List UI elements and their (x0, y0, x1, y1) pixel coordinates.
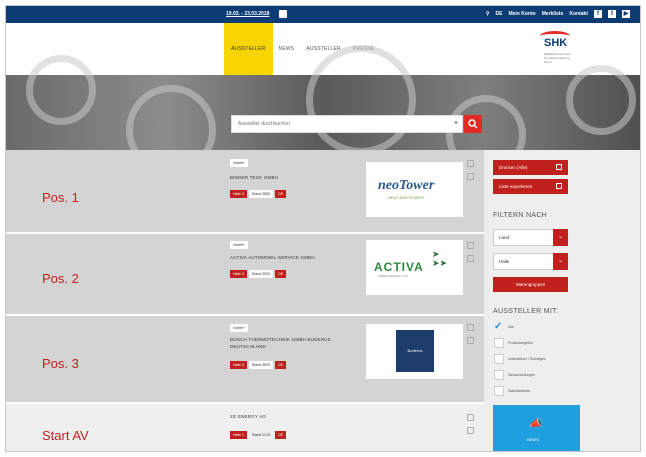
vorteil-badge: Vorteil+ (230, 159, 248, 167)
company-name[interactable]: ACTIVA AUTOMOBIL-SERVICE GMBH (230, 254, 360, 261)
company-logo[interactable]: Buderus (366, 324, 463, 379)
copy-icon[interactable] (467, 427, 474, 434)
copy-icon[interactable] (467, 337, 474, 344)
print-all-label: Drucken (Alle) (499, 165, 528, 170)
twitter-icon[interactable]: t (608, 10, 616, 18)
language-switch[interactable]: DE (496, 11, 503, 17)
export-icon (556, 183, 562, 189)
search-box: × (231, 115, 463, 133)
position-label: Pos. 2 (42, 271, 79, 286)
halle-select-value: Halle (499, 259, 510, 264)
exhibitor-row[interactable]: Pos. 2 Vorteil+ ACTIVA AUTOMOBIL-SERVICE… (6, 234, 484, 316)
land-select-value: Land (499, 235, 510, 240)
exhibitor-filter-heading: AUSSTELLER MIT: (493, 308, 559, 315)
export-list-label: Liste exportieren (499, 184, 533, 189)
nav-aussteller[interactable]: AUSSTELLER (224, 23, 273, 75)
facebook-icon[interactable]: f (594, 10, 602, 18)
calendar-icon[interactable] (279, 10, 287, 18)
checkbox-alle[interactable]: ✓ Alle (494, 322, 514, 332)
copy-icon[interactable] (467, 173, 474, 180)
search-input[interactable] (232, 116, 448, 132)
stand-badge: Stand 3E09 (248, 361, 274, 369)
search-icon[interactable]: ⚲ (486, 11, 490, 17)
print-all-button[interactable]: Drucken (Alle) (493, 160, 568, 175)
event-dates-link[interactable]: 19.03. - 23.03.2018 (226, 11, 269, 17)
account-link[interactable]: Mein Konto (508, 11, 535, 17)
hall-badge[interactable]: Halle 3 (230, 361, 247, 369)
print-icon[interactable] (467, 324, 474, 331)
checkbox-standaktionen[interactable]: Standaktionen (494, 386, 530, 396)
checkbox-unterstuetzer[interactable]: Unterstützer / Sonstiges (494, 354, 545, 364)
export-list-button[interactable]: Liste exportieren (493, 179, 568, 194)
checkbox-label: Unterstützer / Sonstiges (508, 357, 546, 361)
halle-select[interactable]: Halle ⌄ (493, 253, 568, 270)
checkbox-label: Produktangebot (508, 341, 533, 345)
company-name[interactable]: BINDER TECK GMBH (230, 174, 360, 181)
logo-subtext: HEAT AND POWER (388, 195, 424, 200)
land-select[interactable]: Land ⌄ (493, 229, 568, 246)
page-frame: 19.03. - 23.03.2018 ⚲ DE Mein Konto Merk… (5, 5, 641, 452)
position-label: Start AV (42, 428, 89, 443)
logo-text: SHK (544, 37, 568, 49)
print-icon[interactable] (467, 160, 474, 167)
print-icon[interactable] (467, 242, 474, 249)
hall-badge[interactable]: Halle 3 (230, 270, 247, 278)
vorteil-badge: Vorteil+ (230, 324, 248, 332)
stand-badge: Stand 3E80 (248, 190, 274, 198)
print-icon (556, 164, 562, 170)
news-tile[interactable]: 📣 NEWS (493, 405, 580, 451)
country-badge: DE (275, 431, 287, 439)
logo-text: neoTower (378, 178, 435, 193)
print-icon[interactable] (467, 414, 474, 421)
contact-link[interactable]: Kontakt (569, 11, 588, 17)
hall-badge[interactable]: Halle 3 (230, 190, 247, 198)
logo-subtext: GREEN ENERGY INC (378, 274, 409, 278)
vorteil-badge: Vorteil+ (230, 241, 248, 249)
youtube-icon[interactable]: ▶ (622, 10, 630, 18)
company-name[interactable]: BOSCH THERMOTECHNIK GMBH BUDERUS DEUTSCH… (230, 336, 360, 350)
hall-badge[interactable]: Halle 1 (230, 431, 247, 439)
position-label: Pos. 3 (42, 356, 79, 371)
shk-logo[interactable]: SHK ESSEN Fachmesse für Sanitär Heizung … (536, 31, 576, 65)
country-badge: DE (275, 361, 287, 369)
checkbox-label: Alle (508, 325, 514, 329)
exhibitor-row[interactable]: Start AV 2G ENERGY AG Halle 1 Stand 1C16… (6, 404, 484, 451)
nav-news[interactable]: NEWS (273, 23, 301, 75)
exhibitor-row[interactable]: Pos. 1 Vorteil+ BINDER TECK GMBH Halle 3… (6, 150, 484, 234)
position-label: Pos. 1 (42, 190, 79, 205)
checkmark-icon: ✓ (494, 321, 503, 332)
arrows-icon: ➤ ➤➤ (432, 249, 448, 268)
stand-badge: Stand 3D21 (248, 270, 274, 278)
country-badge: DE (275, 270, 287, 278)
country-badge: DE (275, 190, 287, 198)
merkliste-link[interactable]: Merkliste (542, 11, 564, 17)
logo-subtext: ESSEN Fachmesse für Sanitär Heizung Klim… (544, 52, 571, 64)
checkbox-label: Neuvorstellungen (508, 373, 536, 377)
copy-icon[interactable] (467, 255, 474, 262)
logo-text: Buderus (396, 330, 434, 372)
megaphone-icon: 📣 (529, 418, 543, 430)
warengruppen-button[interactable]: Warengruppen (493, 277, 568, 292)
sidebar: Drucken (Alle) Liste exportieren FILTERN… (484, 150, 640, 451)
chevron-down-icon: ⌄ (553, 229, 568, 246)
checkbox-neuvorstellungen[interactable]: Neuvorstellungen (494, 370, 535, 380)
exhibitor-row[interactable]: Pos. 3 Vorteil+ BOSCH THERMOTECHNIK GMBH… (6, 316, 484, 404)
company-name[interactable]: 2G ENERGY AG (230, 413, 360, 420)
clear-icon[interactable]: × (454, 120, 458, 128)
search-button[interactable] (464, 115, 482, 133)
company-logo[interactable]: ACTIVA GREEN ENERGY INC ➤ ➤➤ (366, 240, 463, 295)
company-logo[interactable]: neoTower HEAT AND POWER (366, 162, 463, 217)
checkbox-label: Standaktionen (508, 389, 531, 393)
chevron-down-icon: ⌄ (553, 253, 568, 270)
search-icon (468, 119, 478, 129)
news-tile-label: NEWS (527, 437, 539, 442)
logo-text: ACTIVA (374, 260, 424, 274)
stand-badge: Stand 1C16 (251, 433, 271, 437)
hero-banner: × (6, 45, 640, 175)
checkbox-produktangebot[interactable]: Produktangebot (494, 338, 533, 348)
top-bar: 19.03. - 23.03.2018 ⚲ DE Mein Konto Merk… (6, 6, 640, 23)
filter-heading: FILTERN NACH (493, 212, 548, 219)
